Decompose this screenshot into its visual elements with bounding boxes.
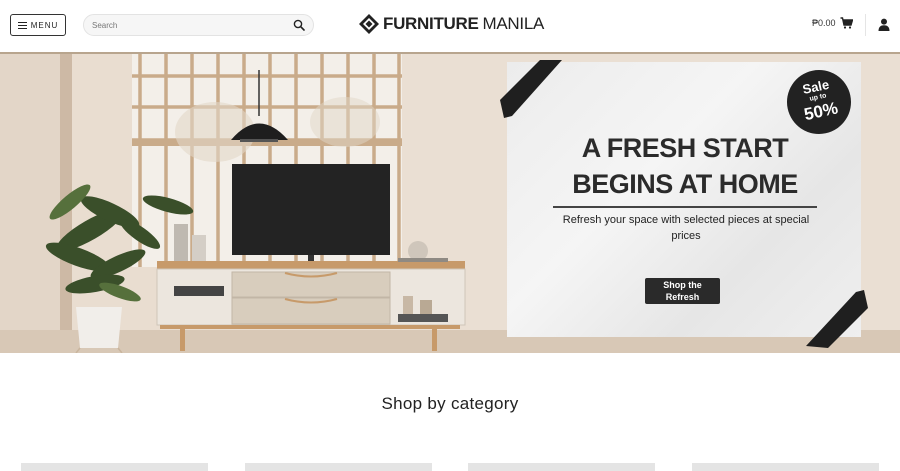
site-header: MENU FURNITUREMANILA ₱0.00 xyxy=(0,0,900,52)
cta-line2: Refresh xyxy=(665,292,700,302)
category-card[interactable] xyxy=(692,463,879,471)
category-card[interactable] xyxy=(468,463,655,471)
category-card[interactable] xyxy=(245,463,432,471)
header-divider xyxy=(865,14,866,36)
hamburger-icon xyxy=(17,21,27,29)
search-box xyxy=(83,14,314,36)
hero-banner[interactable]: Sale up to 50% A FRESH START BEGINS AT H… xyxy=(0,52,900,353)
promo-title: A FRESH START BEGINS AT HOME xyxy=(553,130,817,202)
logo-text-light: MANILA xyxy=(482,14,545,33)
category-card[interactable] xyxy=(21,463,208,471)
cart-icon xyxy=(840,17,853,29)
cart-button[interactable]: ₱0.00 xyxy=(812,17,853,29)
user-icon[interactable] xyxy=(878,18,890,31)
logo-text-bold: FURNITURE xyxy=(383,14,479,33)
search-icon[interactable] xyxy=(293,19,305,31)
tape-corner-bottom-right xyxy=(806,290,868,348)
tape-corner-top-left xyxy=(500,60,562,118)
cart-total: ₱0.00 xyxy=(812,18,836,28)
search-input[interactable] xyxy=(92,20,293,30)
promo-divider xyxy=(553,206,817,208)
shop-the-refresh-button[interactable]: Shop the Refresh xyxy=(645,278,720,304)
logo-mark-icon xyxy=(359,14,379,34)
promo-subtitle: Refresh your space with selected pieces … xyxy=(562,214,810,242)
promo-title-line1: A FRESH START xyxy=(581,133,789,163)
shop-by-category-heading: Shop by category xyxy=(381,394,519,413)
promo-title-line2: BEGINS AT HOME xyxy=(572,169,798,199)
cta-line1: Shop the xyxy=(663,280,702,290)
menu-label: MENU xyxy=(30,20,59,30)
menu-button[interactable]: MENU xyxy=(10,14,66,36)
site-logo[interactable]: FURNITURE MANILA xyxy=(359,13,544,35)
